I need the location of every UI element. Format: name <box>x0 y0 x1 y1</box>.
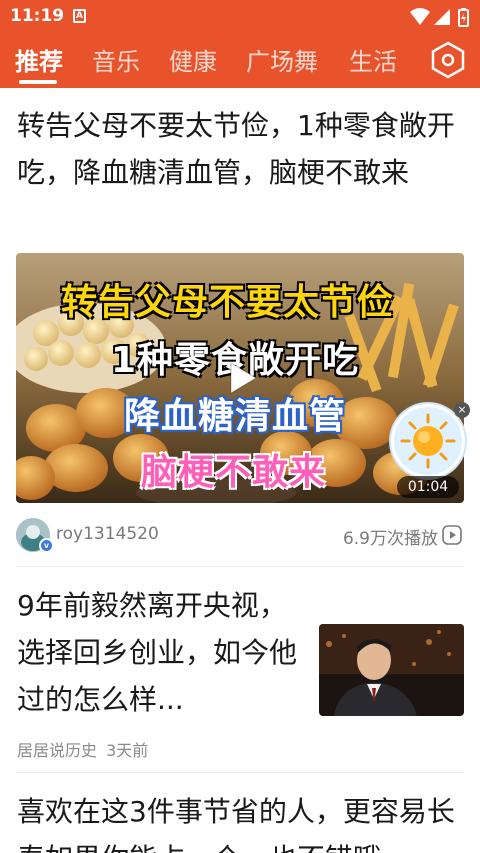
tab-life[interactable]: 生活 <box>349 42 397 77</box>
article-time: 3天前 <box>106 741 149 760</box>
article-meta: 居居说历史 3天前 <box>17 737 152 761</box>
status-time: 11:19 <box>10 6 65 26</box>
play-icon[interactable] <box>222 359 260 397</box>
video-caption-1: 转告父母不要太节俭 <box>61 282 395 323</box>
active-tab-indicator <box>19 80 57 84</box>
notification-icon: A <box>73 9 86 23</box>
wifi-icon <box>410 8 430 25</box>
video-duration: 01:04 <box>397 476 459 498</box>
tab-square-dance[interactable]: 广场舞 <box>246 42 318 77</box>
verified-badge-icon: v <box>39 538 54 553</box>
close-icon[interactable]: × <box>454 402 470 418</box>
category-tabbar: 推荐 音乐 健康 广场舞 生活 <box>0 32 480 88</box>
article-thumbnail[interactable] <box>319 624 464 716</box>
battery-icon <box>458 8 469 27</box>
sun-icon[interactable] <box>391 404 465 478</box>
signal-icon <box>434 9 450 25</box>
status-bar: 11:19 A <box>0 0 480 32</box>
video-title[interactable]: 转告父母不要太节俭，1种零食敞开吃，降血糖清血管，脑梗不敢来 <box>17 102 467 196</box>
tab-music[interactable]: 音乐 <box>92 42 140 77</box>
tab-health[interactable]: 健康 <box>169 42 217 77</box>
feed[interactable]: 转告父母不要太节俭，1种零食敞开吃，降血糖清血管，脑梗不敢来 转告父母不要太节俭… <box>0 88 480 853</box>
video-meta: v roy1314520 6.9万次播放 <box>16 516 464 553</box>
video-caption-4: 脑梗不敢来 <box>141 452 327 493</box>
play-circle-icon <box>442 525 462 545</box>
status-icons <box>410 8 469 27</box>
play-count: 6.9万次播放 <box>342 529 438 549</box>
partial-article-title[interactable]: 喜欢在这3件事节省的人，更容易长寿如果你能占一个，也不错哦 <box>17 788 467 853</box>
article-source[interactable]: 居居说历史 <box>17 741 97 760</box>
hexagon-settings-icon[interactable] <box>428 40 468 80</box>
tab-recommend[interactable]: 推荐 <box>15 42 63 77</box>
divider <box>16 566 464 567</box>
floating-weather-widget[interactable]: × 01:04 <box>391 402 470 498</box>
author-name[interactable]: roy1314520 <box>56 524 159 544</box>
article-title[interactable]: 9年前毅然离开央视，选择回乡创业，如今他过的怎么样... <box>17 582 297 723</box>
divider <box>16 772 464 773</box>
